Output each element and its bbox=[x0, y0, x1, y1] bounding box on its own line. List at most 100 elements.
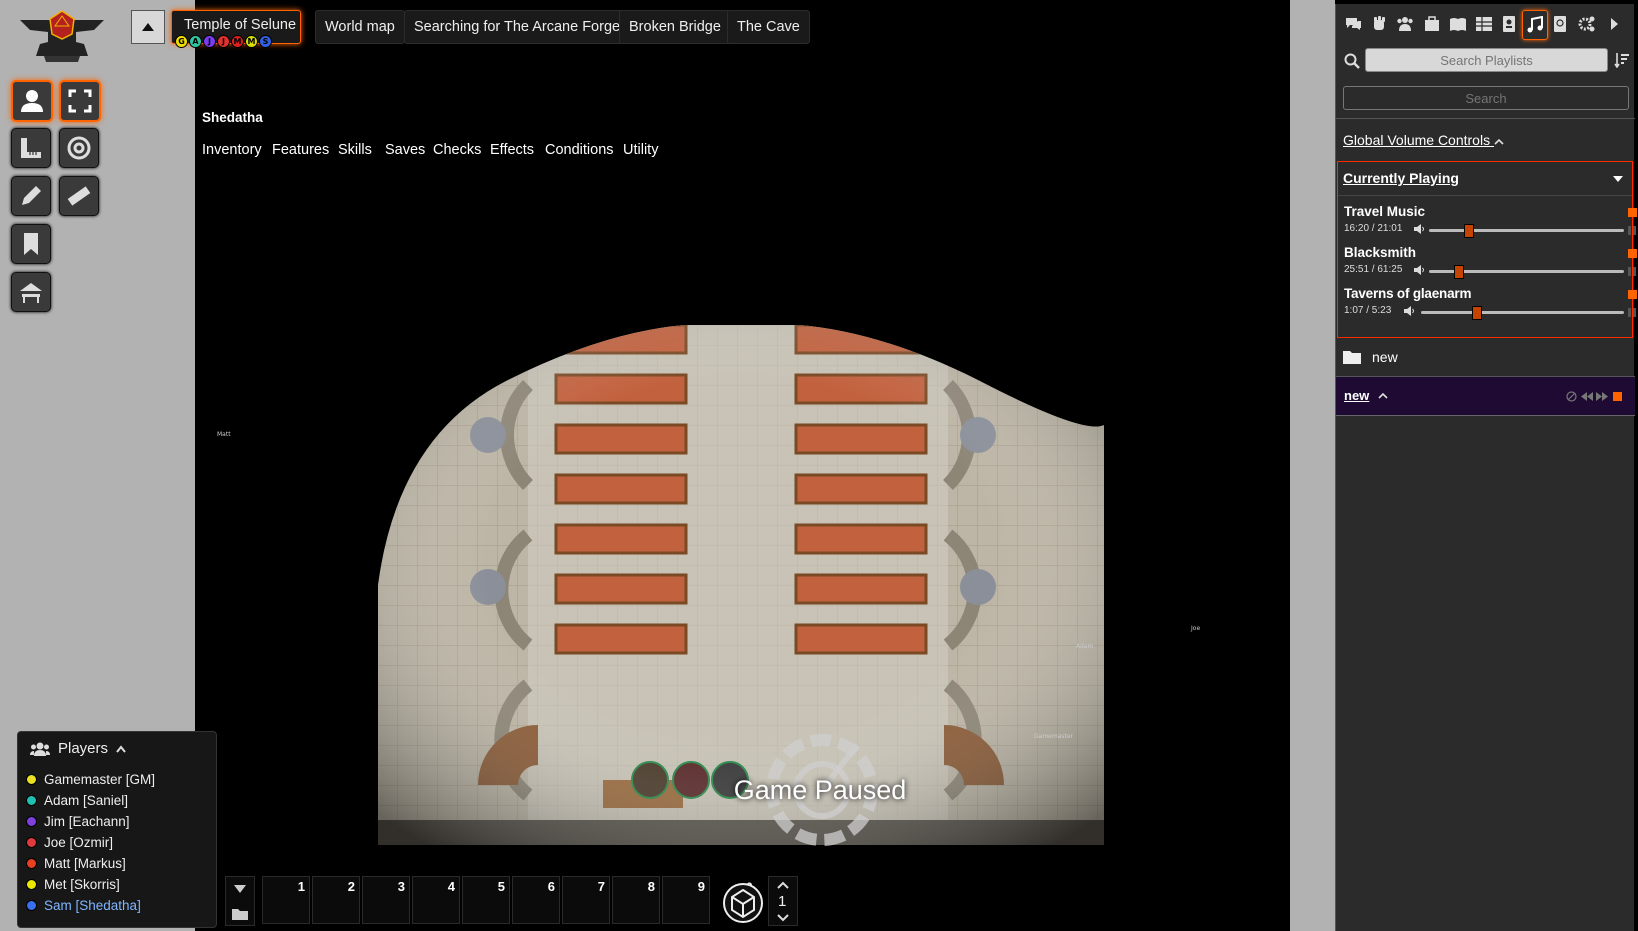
sidebar-tab-music[interactable] bbox=[1522, 10, 1548, 40]
sidebar-tab-atlas[interactable] bbox=[1548, 12, 1572, 36]
player-indicator-dot: M bbox=[231, 35, 244, 48]
sidebar-tab-cogs[interactable] bbox=[1575, 12, 1599, 36]
tab-features[interactable]: Features bbox=[272, 142, 329, 158]
pause-icon[interactable] bbox=[1628, 267, 1636, 276]
no-repeat-icon[interactable] bbox=[1566, 391, 1577, 402]
player-indicator-dot: S bbox=[259, 35, 272, 48]
tab-inventory[interactable]: Inventory bbox=[202, 142, 262, 158]
playlist-label[interactable]: new bbox=[1344, 388, 1369, 403]
user-icon bbox=[21, 90, 43, 112]
scene-nav-toggle-button[interactable] bbox=[131, 10, 165, 44]
scene-tab-temple-of-selune[interactable]: Temple of Selune GAJJMMS bbox=[171, 10, 301, 48]
playlist-new[interactable]: new bbox=[1336, 377, 1635, 416]
battle-map[interactable] bbox=[378, 325, 1104, 845]
hotbar-slot[interactable]: 6 bbox=[512, 876, 560, 924]
music-icon bbox=[1527, 16, 1543, 33]
chevron-up-icon[interactable] bbox=[1378, 392, 1388, 399]
chevron-up-icon[interactable] bbox=[777, 881, 789, 889]
token-adam[interactable]: Adam bbox=[1076, 643, 1093, 650]
character-name: Shedatha bbox=[202, 110, 263, 125]
volume-slider-handle[interactable] bbox=[1464, 224, 1475, 238]
volume-slider[interactable] bbox=[1421, 306, 1624, 320]
player-entry[interactable]: Met [Skorris] bbox=[26, 877, 120, 892]
scene-tab-broken-bridge[interactable]: Broken Bridge bbox=[619, 10, 731, 44]
wall-controls-button[interactable] bbox=[59, 176, 99, 216]
backward-icon[interactable] bbox=[1581, 392, 1593, 401]
volume-slider-handle[interactable] bbox=[1471, 306, 1482, 320]
atlas-icon bbox=[1554, 16, 1566, 32]
tab-utility[interactable]: Utility bbox=[623, 142, 658, 158]
player-entry[interactable]: Jim [Eachann] bbox=[26, 814, 130, 829]
scene-label: World map bbox=[325, 19, 395, 35]
stop-icon[interactable] bbox=[1628, 208, 1637, 217]
sidebar-tab-id-card[interactable] bbox=[1497, 12, 1521, 36]
stop-icon[interactable] bbox=[1628, 290, 1637, 299]
pause-icon[interactable] bbox=[1628, 308, 1636, 317]
tiles-controls-button[interactable] bbox=[11, 272, 51, 312]
hotbar-slot[interactable]: 3 bbox=[362, 876, 410, 924]
token-joe[interactable]: Joe bbox=[1191, 625, 1200, 632]
volume-slider[interactable] bbox=[1429, 224, 1624, 238]
folder-icon[interactable] bbox=[232, 907, 248, 920]
chevron-up-icon bbox=[116, 744, 126, 753]
currently-playing-label[interactable]: Currently Playing bbox=[1343, 170, 1459, 186]
hotbar-slot[interactable]: 1 bbox=[262, 876, 310, 924]
global-volume-toggle[interactable]: Global Volume Controls bbox=[1343, 132, 1504, 148]
sort-icon[interactable] bbox=[1614, 52, 1630, 68]
tab-checks[interactable]: Checks bbox=[433, 142, 481, 158]
drawing-controls-button[interactable] bbox=[11, 176, 51, 216]
sidebar-tab-chat[interactable] bbox=[1341, 12, 1365, 36]
hotbar-slot[interactable]: 7 bbox=[562, 876, 610, 924]
template-controls-button[interactable] bbox=[59, 128, 99, 168]
stop-icon[interactable] bbox=[1628, 249, 1637, 258]
tab-skills[interactable]: Skills bbox=[338, 142, 372, 158]
stop-icon[interactable] bbox=[1613, 392, 1622, 401]
hotbar-slot[interactable]: 8 bbox=[612, 876, 660, 924]
volume-icon[interactable] bbox=[1414, 265, 1425, 275]
hotbar-slot-number: 8 bbox=[647, 879, 655, 894]
sidebar-tab-caret-right[interactable] bbox=[1602, 12, 1626, 36]
sidebar-tab-table[interactable] bbox=[1472, 12, 1496, 36]
playlist-filter-input[interactable] bbox=[1343, 86, 1629, 110]
sidebar-tab-fist[interactable] bbox=[1367, 12, 1391, 36]
forward-icon[interactable] bbox=[1596, 392, 1608, 401]
scene-tab-the-cave[interactable]: The Cave bbox=[727, 10, 810, 44]
player-entry[interactable]: Matt [Markus] bbox=[26, 856, 126, 871]
scene-tab-world-map[interactable]: World map bbox=[315, 10, 405, 44]
token-gamemaster[interactable]: Gamemaster bbox=[1034, 733, 1073, 740]
measure-controls-button[interactable] bbox=[11, 128, 51, 168]
pause-icon[interactable] bbox=[1628, 226, 1636, 235]
dice-icon[interactable] bbox=[722, 882, 764, 924]
caret-down-icon[interactable] bbox=[234, 885, 246, 893]
tab-saves[interactable]: Saves bbox=[385, 142, 425, 158]
player-entry[interactable]: Gamemaster [GM] bbox=[26, 772, 155, 787]
volume-slider[interactable] bbox=[1429, 265, 1624, 279]
notes-controls-button[interactable] bbox=[11, 224, 51, 264]
caret-down-icon[interactable] bbox=[1613, 176, 1623, 182]
token-controls-button[interactable] bbox=[11, 80, 53, 122]
playlist-search-input[interactable] bbox=[1365, 48, 1608, 72]
hotbar-slot[interactable]: 5 bbox=[462, 876, 510, 924]
volume-slider-handle[interactable] bbox=[1454, 265, 1465, 279]
fullscreen-button[interactable] bbox=[59, 80, 101, 122]
scene-tab-arcane-forge[interactable]: Searching for The Arcane Forge bbox=[404, 10, 631, 44]
tab-conditions[interactable]: Conditions bbox=[545, 142, 614, 158]
hotbar-slot[interactable]: 9 bbox=[662, 876, 710, 924]
volume-icon[interactable] bbox=[1404, 306, 1415, 316]
player-entry[interactable]: Adam [Saniel] bbox=[26, 793, 128, 808]
table-icon bbox=[1476, 17, 1492, 31]
hotbar-slot[interactable]: 2 bbox=[312, 876, 360, 924]
player-color-dot bbox=[26, 879, 37, 890]
volume-icon[interactable] bbox=[1414, 224, 1425, 234]
hotbar-slot[interactable]: 4 bbox=[412, 876, 460, 924]
player-entry[interactable]: Sam [Shedatha] bbox=[26, 898, 141, 913]
tab-effects[interactable]: Effects bbox=[490, 142, 534, 158]
sidebar-tab-book-open[interactable] bbox=[1446, 12, 1470, 36]
token-matt[interactable]: Matt bbox=[217, 431, 231, 438]
sidebar-tab-users[interactable] bbox=[1393, 12, 1417, 36]
folder-new[interactable]: new bbox=[1336, 338, 1635, 377]
players-header[interactable]: Players bbox=[30, 740, 126, 757]
chevron-down-icon[interactable] bbox=[777, 914, 789, 922]
sidebar-tab-suitcase[interactable] bbox=[1420, 12, 1444, 36]
player-entry[interactable]: Joe [Ozmir] bbox=[26, 835, 113, 850]
